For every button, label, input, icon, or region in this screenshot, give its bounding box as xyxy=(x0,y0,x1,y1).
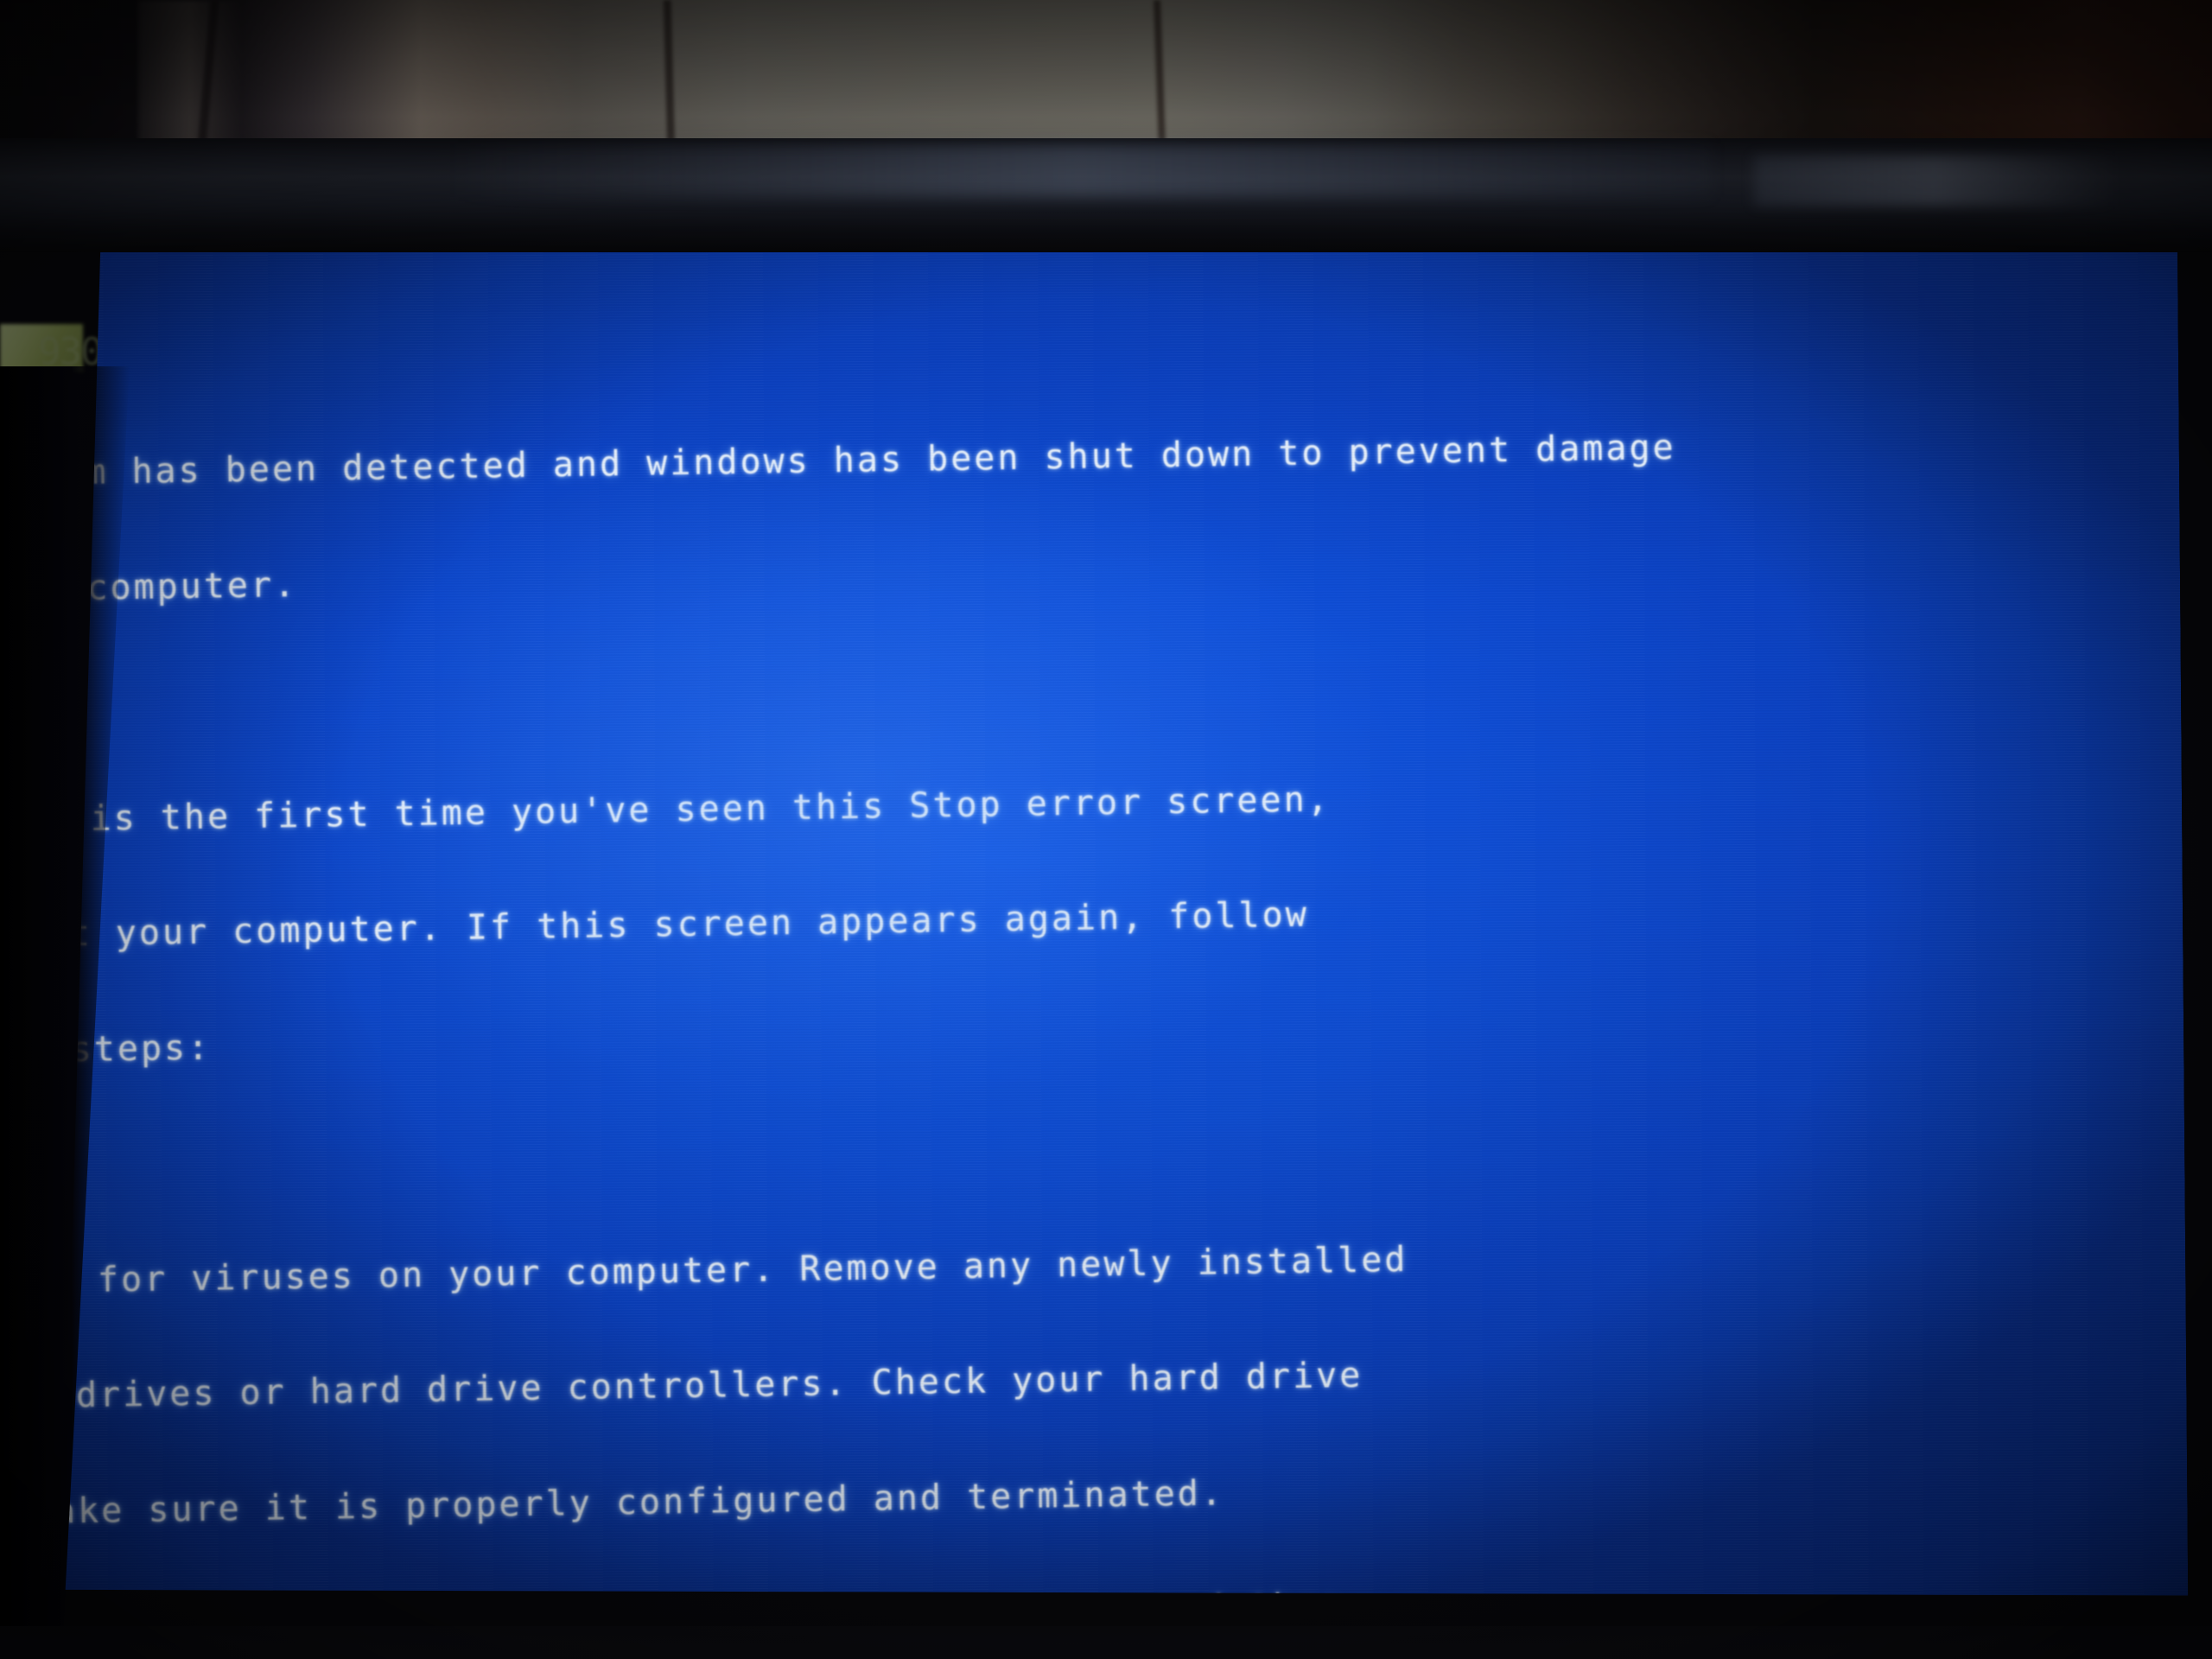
bezel-reflection xyxy=(449,143,1711,197)
bsod-spacer xyxy=(0,1112,2212,1186)
bsod-screen: roblem has been detected and windows has… xyxy=(0,252,2189,1635)
bsod-line: this is the first time you've seen this … xyxy=(0,779,1332,841)
display-panel: roblem has been detected and windows has… xyxy=(0,252,2212,1635)
monitor-body: 930 roblem has been detected and windows… xyxy=(0,138,2212,1659)
bsod-line: heck for viruses on your computer. Remov… xyxy=(0,1239,1408,1302)
bsod-message: roblem has been detected and windows has… xyxy=(0,343,2212,1635)
wall-panel-edge xyxy=(138,0,242,150)
monitor-bottom-bezel xyxy=(0,1626,2212,1659)
bsod-line: roblem has been detected and windows has… xyxy=(0,427,1677,494)
bsod-line: ese steps: xyxy=(0,1027,212,1071)
bezel-reflection xyxy=(1754,156,2117,206)
bsod-line: o make sure it is properly configured an… xyxy=(0,1472,1225,1533)
photo-scene: 930 roblem has been detected and windows… xyxy=(0,0,2212,1659)
bsod-line: start your computer. If this screen appe… xyxy=(0,894,1310,956)
bsod-line: ard drives or hard drive controllers. Ch… xyxy=(0,1355,1363,1417)
bsod-line: your computer. xyxy=(0,564,298,610)
bsod-spacer xyxy=(0,651,2212,725)
